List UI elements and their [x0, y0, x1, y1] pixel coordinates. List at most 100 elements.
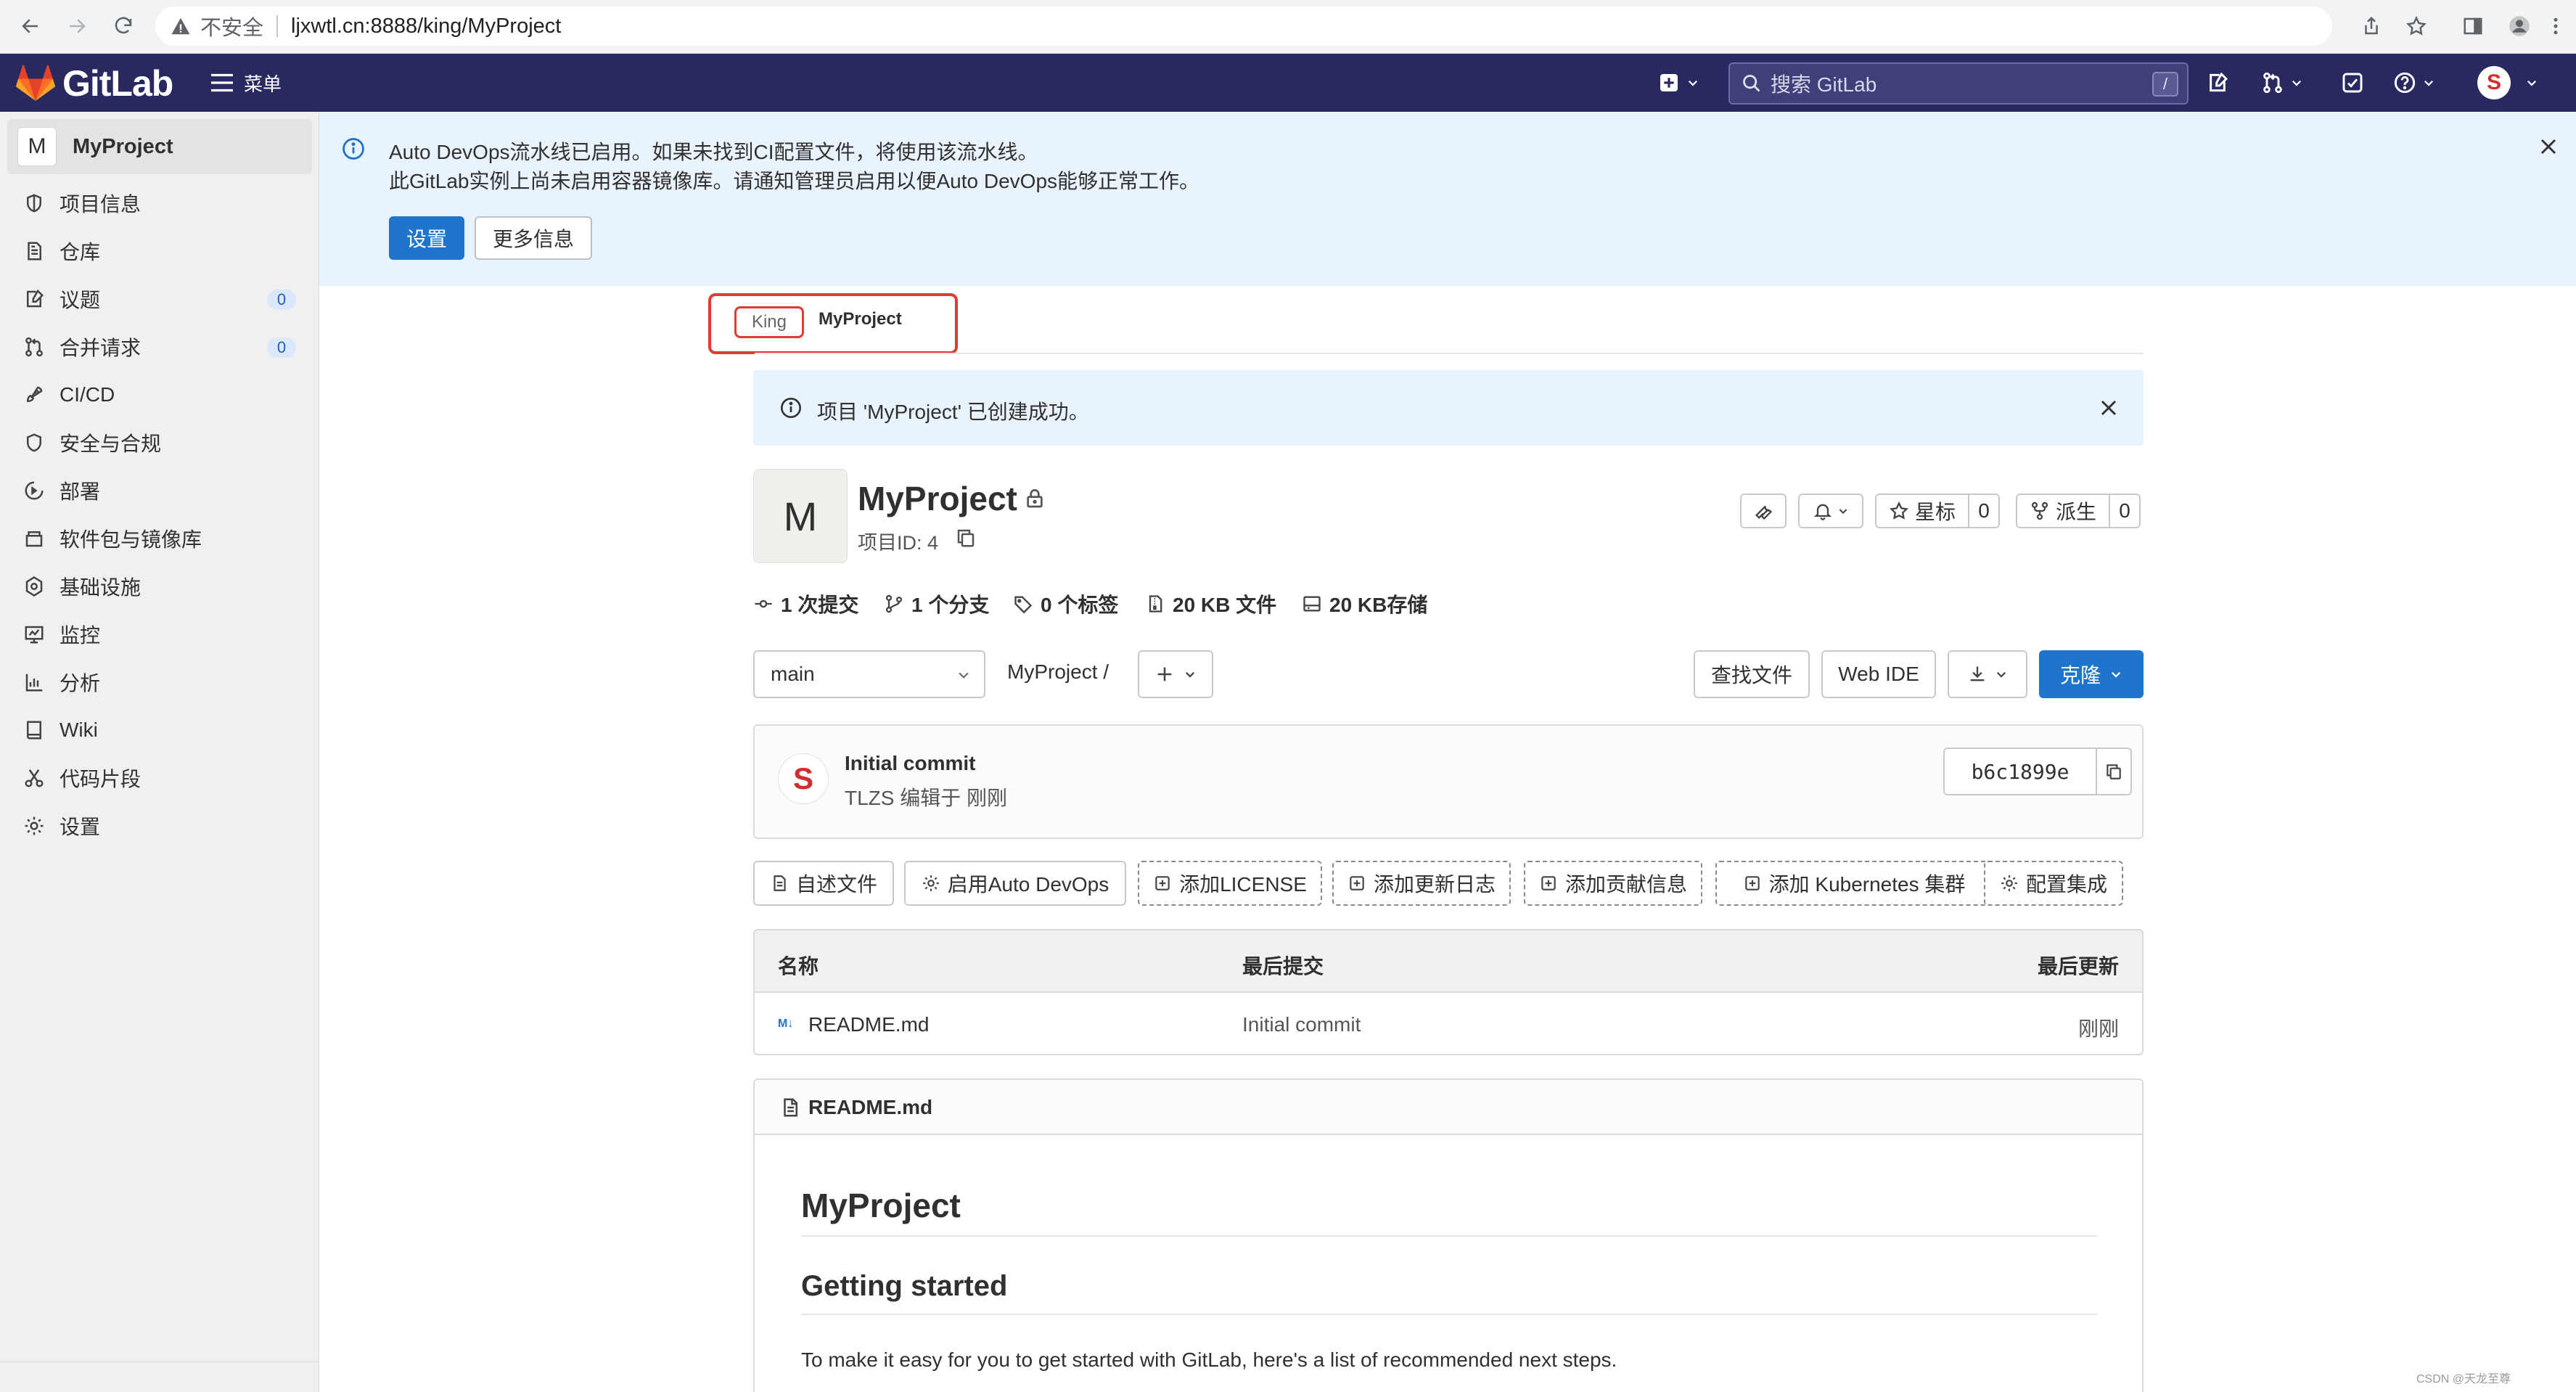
quick-button-label: 启用Auto DevOps: [947, 873, 1109, 896]
readme-file-name[interactable]: README.md: [808, 1096, 932, 1119]
add-license-button[interactable]: 添加LICENSE: [1138, 861, 1322, 906]
repo-path-name[interactable]: MyProject: [1007, 660, 1097, 683]
search-shortcut-key: /: [2152, 72, 2178, 97]
plus-square-icon: [1155, 876, 1170, 891]
storage-stat[interactable]: 20 KB存储: [1302, 589, 1427, 618]
branch-selector[interactable]: main: [753, 650, 985, 698]
main-menu-button[interactable]: 菜单: [209, 68, 282, 97]
banner-more-info-button[interactable]: 更多信息: [475, 216, 592, 260]
sidebar-item-analytics[interactable]: 分析: [7, 660, 312, 704]
sidebar-item-project-info[interactable]: 项目信息: [7, 181, 312, 225]
project-settings-button[interactable]: [1740, 494, 1787, 528]
browser-toolbar: 不安全 ljxwtl.cn:8888/king/MyProject: [0, 0, 2576, 54]
more-options-icon[interactable]: [2540, 10, 2572, 42]
column-header-last-commit: 最后提交: [1242, 955, 1324, 978]
forward-icon[interactable]: [61, 10, 93, 42]
side-panel-icon[interactable]: [2457, 10, 2489, 42]
find-file-button[interactable]: 查找文件: [1694, 650, 1810, 698]
readme-quick-button[interactable]: 自述文件: [753, 861, 894, 906]
sidebar-item-label: 部署: [60, 480, 101, 503]
sidebar-item-cicd[interactable]: CI/CD: [7, 373, 312, 417]
sidebar-item-deployments[interactable]: 部署: [7, 469, 312, 512]
commit-title[interactable]: Initial commit: [845, 752, 975, 775]
snippet-icon: [25, 769, 44, 787]
readme-panel: README.md MyProject Getting started To m…: [753, 1078, 2144, 1392]
file-table: 名称 最后提交 最后更新 M↓ README.md Initial commit…: [753, 929, 2144, 1055]
url-text[interactable]: ljxwtl.cn:8888/king/MyProject: [291, 15, 561, 38]
issues-shortcut-button[interactable]: [2206, 68, 2229, 97]
profile-icon[interactable]: [2503, 10, 2535, 42]
copy-icon[interactable]: [955, 527, 977, 549]
files-stat[interactable]: 20 KB 文件: [1145, 589, 1276, 618]
tags-stat[interactable]: 0 个标签: [1013, 589, 1118, 618]
breadcrumb-current[interactable]: MyProject: [819, 309, 902, 329]
back-icon[interactable]: [15, 10, 46, 42]
close-icon[interactable]: [2535, 134, 2561, 160]
merge-requests-button[interactable]: [2261, 68, 2303, 97]
sidebar-item-snippets[interactable]: 代码片段: [7, 756, 312, 800]
plus-square-icon: [1660, 74, 1678, 91]
plus-icon: [1157, 667, 1172, 681]
sidebar-item-repository[interactable]: 仓库: [7, 229, 312, 273]
gitlab-home-link[interactable]: GitLab: [16, 62, 173, 105]
sidebar-item-wiki[interactable]: Wiki: [7, 708, 312, 752]
sidebar-item-monitor[interactable]: 监控: [7, 613, 312, 656]
hamburger-icon: [211, 73, 233, 92]
sidebar-item-merge-requests[interactable]: 合并请求 0: [7, 325, 312, 369]
share-icon[interactable]: [2355, 10, 2387, 42]
add-to-tree-button[interactable]: [1138, 650, 1213, 698]
sidebar-collapse-area[interactable]: [0, 1362, 319, 1392]
banner-settings-button[interactable]: 设置: [389, 216, 464, 260]
reload-icon[interactable]: [107, 10, 139, 42]
web-ide-button[interactable]: Web IDE: [1821, 650, 1936, 698]
close-icon[interactable]: [2096, 395, 2122, 421]
todos-button[interactable]: [2341, 68, 2364, 97]
branches-stat[interactable]: 1 个分支: [884, 589, 989, 618]
fork-button[interactable]: 派生: [2016, 494, 2110, 528]
download-button[interactable]: [1948, 650, 2027, 698]
bookmark-star-icon[interactable]: [2400, 10, 2432, 42]
add-kubernetes-cluster-button[interactable]: 添加 Kubernetes 集群: [1715, 861, 1993, 906]
sidebar-project-link[interactable]: M MyProject: [7, 119, 312, 174]
clone-button[interactable]: 克隆: [2039, 650, 2144, 698]
configure-integrations-button[interactable]: 配置集成: [1984, 861, 2123, 906]
help-button[interactable]: [2393, 68, 2435, 97]
sidebar-item-label: 项目信息: [60, 193, 141, 216]
sidebar-item-infrastructure[interactable]: 基础设施: [7, 565, 312, 608]
sidebar-item-label: 分析: [60, 672, 101, 695]
sidebar-item-settings[interactable]: 设置: [7, 804, 312, 848]
user-avatar[interactable]: S: [2477, 66, 2511, 99]
commit-meta: TLZS 编辑于 刚刚: [845, 787, 1008, 809]
sidebar-item-security[interactable]: 安全与合规: [7, 421, 312, 464]
file-name-link[interactable]: README.md: [808, 1013, 929, 1036]
gear-icon: [25, 816, 44, 835]
commit-author-avatar[interactable]: S: [778, 753, 829, 804]
star-count[interactable]: 0: [1968, 494, 2000, 528]
search-input[interactable]: 搜索 GitLab /: [1728, 62, 2189, 105]
chart-icon: [25, 674, 43, 692]
readme-paragraph: To make it easy for you to get started w…: [801, 1348, 1617, 1371]
add-changelog-button[interactable]: 添加更新日志: [1332, 861, 1511, 906]
create-new-button[interactable]: [1657, 68, 1699, 97]
plus-square-icon: [1541, 876, 1556, 891]
star-button[interactable]: 星标: [1875, 494, 1969, 528]
file-last-commit-link[interactable]: Initial commit: [1242, 1013, 1361, 1036]
merge-requests-count-badge: 0: [267, 337, 296, 358]
column-header-name: 名称: [778, 955, 819, 978]
user-menu-caret[interactable]: [2519, 68, 2538, 97]
files-stat-text: 20 KB 文件: [1173, 594, 1277, 616]
breadcrumb-parent-link[interactable]: King: [734, 306, 804, 338]
issues-count-badge: 0: [267, 290, 296, 310]
add-contributing-button[interactable]: 添加贡献信息: [1524, 861, 1702, 906]
sidebar-item-packages[interactable]: 软件包与镜像库: [7, 517, 312, 560]
security-label: 不安全: [200, 17, 264, 40]
copy-sha-button[interactable]: [2096, 748, 2132, 795]
commits-stat[interactable]: 1 次提交: [753, 589, 858, 618]
enable-auto-devops-button[interactable]: 启用Auto DevOps: [904, 861, 1126, 906]
commit-sha[interactable]: b6c1899e: [1943, 748, 2097, 795]
fork-count[interactable]: 0: [2109, 494, 2141, 528]
project-created-alert: 项目 'MyProject' 已创建成功。: [753, 370, 2144, 446]
sidebar-item-issues[interactable]: 议题 0: [7, 277, 312, 321]
address-bar[interactable]: 不安全 ljxwtl.cn:8888/king/MyProject: [155, 7, 2332, 46]
notification-button[interactable]: [1798, 494, 1863, 528]
